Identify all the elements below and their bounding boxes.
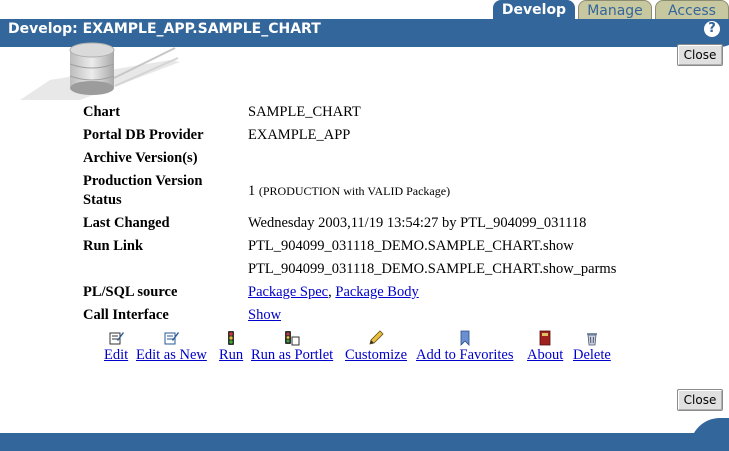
- add-to-favorites-link[interactable]: Add to Favorites: [416, 346, 513, 364]
- run-as-portlet-icon: [285, 331, 300, 346]
- production-label: Production Version Status: [83, 172, 243, 210]
- edit-icon: [109, 332, 125, 345]
- edit-as-new-icon: [164, 332, 180, 345]
- page-title: Develop: EXAMPLE_APP.SAMPLE_CHART: [8, 21, 321, 37]
- package-body-link[interactable]: Package Body: [335, 284, 418, 300]
- trash-icon: [586, 333, 597, 346]
- book-icon: [539, 330, 551, 346]
- production-version-number: 1: [248, 183, 256, 199]
- action-about[interactable]: About: [527, 330, 563, 364]
- close-button-bottom[interactable]: Close: [677, 389, 723, 411]
- run-link-show: PTL_904099_031118_DEMO.SAMPLE_CHART.show: [248, 238, 574, 254]
- close-button[interactable]: Close: [677, 44, 723, 66]
- bookmark-icon: [460, 330, 470, 346]
- package-spec-link[interactable]: Package Spec: [248, 284, 328, 300]
- provider-value: EXAMPLE_APP: [248, 127, 351, 143]
- pencil-icon: [369, 330, 384, 345]
- plsql-separator: ,: [328, 284, 332, 300]
- provider-label: Portal DB Provider: [83, 127, 204, 143]
- delete-link[interactable]: Delete: [573, 346, 611, 364]
- action-delete[interactable]: Delete: [573, 330, 611, 364]
- run-link-show-parms: PTL_904099_031118_DEMO.SAMPLE_CHART.show…: [248, 261, 617, 277]
- about-link[interactable]: About: [527, 346, 563, 364]
- show-link[interactable]: Show: [248, 307, 281, 323]
- database-logo-icon: [20, 42, 180, 100]
- header-bar: Develop: EXAMPLE_APP.SAMPLE_CHART: [0, 19, 729, 39]
- help-icon[interactable]: ?: [704, 21, 720, 37]
- chart-label: Chart: [83, 104, 121, 120]
- edit-link[interactable]: Edit: [104, 346, 128, 364]
- tab-access[interactable]: Access: [655, 0, 729, 19]
- action-run[interactable]: Run: [219, 330, 243, 364]
- run-icon: [228, 331, 235, 345]
- run-link-label: Run Link: [83, 238, 144, 254]
- action-add-to-favorites[interactable]: Add to Favorites: [416, 330, 513, 364]
- call-interface-label: Call Interface: [83, 307, 169, 323]
- call-interface-value: Show: [248, 306, 281, 325]
- run-as-portlet-link[interactable]: Run as Portlet: [251, 346, 333, 364]
- footer-bar: [0, 418, 729, 451]
- tab-manage[interactable]: Manage: [578, 0, 652, 19]
- last-changed-value: Wednesday 2003,11/19 13:54:27 by PTL_904…: [248, 215, 587, 231]
- production-value: 1 (PRODUCTION with VALID Package): [248, 182, 450, 201]
- edit-as-new-link[interactable]: Edit as New: [136, 346, 207, 364]
- action-run-as-portlet[interactable]: Run as Portlet: [251, 330, 333, 364]
- archive-label: Archive Version(s): [83, 150, 198, 166]
- run-link[interactable]: Run: [219, 346, 243, 364]
- action-customize[interactable]: Customize: [345, 330, 407, 364]
- plsql-label: PL/SQL source: [83, 284, 178, 300]
- plsql-links: Package Spec, Package Body: [248, 283, 419, 302]
- customize-link[interactable]: Customize: [345, 346, 407, 364]
- production-status-note: (PRODUCTION with VALID Package): [258, 184, 451, 198]
- tab-develop[interactable]: Develop: [493, 0, 575, 19]
- action-edit-as-new[interactable]: Edit as New: [136, 330, 207, 364]
- production-label-line1: Production Version: [83, 173, 203, 189]
- chart-value: SAMPLE_CHART: [248, 104, 361, 120]
- action-edit[interactable]: Edit: [104, 330, 128, 364]
- production-label-line2: Status: [83, 192, 122, 208]
- last-changed-label: Last Changed: [83, 215, 170, 231]
